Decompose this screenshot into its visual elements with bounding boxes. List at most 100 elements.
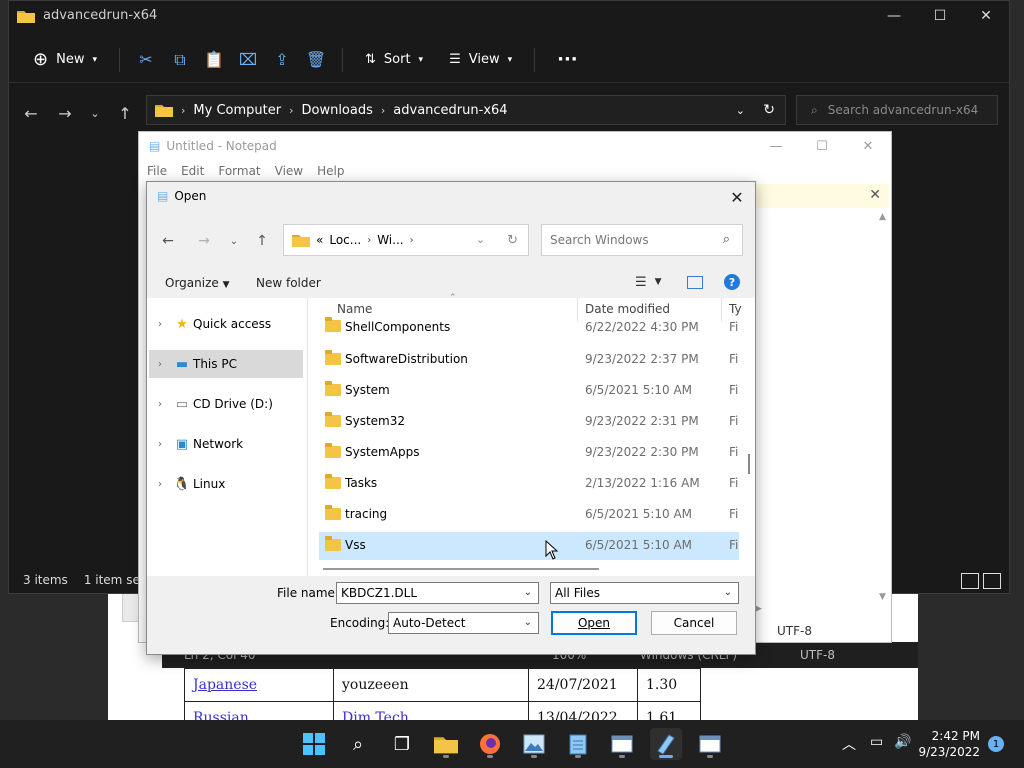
chevron-down-icon[interactable]: ⌄ [736, 104, 745, 117]
dialog-close-button[interactable]: ✕ [725, 186, 749, 208]
change-view-button[interactable]: ☰ ▼ [635, 275, 662, 290]
menu-view[interactable]: View [275, 164, 303, 178]
copy-icon[interactable]: ⧉ [166, 44, 194, 76]
banner-close-icon[interactable]: ✕ [869, 187, 881, 203]
chevron-down-icon[interactable]: ⌄ [524, 587, 532, 598]
view-button[interactable]: ☰ View ▾ [439, 44, 522, 76]
file-row[interactable]: tracing 6/5/2021 5:10 AM Fi [319, 501, 739, 529]
forward-arrow-icon[interactable]: → [51, 99, 79, 127]
notepad-taskbar-icon[interactable] [562, 728, 594, 760]
overflow-indicator[interactable]: « [316, 233, 323, 247]
system-clock[interactable]: 2:42 PM 9/23/2022 [918, 728, 980, 760]
image-viewer-icon[interactable] [518, 728, 550, 760]
file-explorer-taskbar-icon[interactable] [430, 728, 462, 760]
chevron-right-icon[interactable]: › [149, 359, 171, 370]
volume-icon[interactable]: 🔊 [894, 734, 911, 750]
app-window-icon-2[interactable] [694, 728, 726, 760]
file-row[interactable]: SoftwareDistribution 9/23/2022 2:37 PM F… [319, 346, 739, 374]
recent-locations-icon[interactable]: ⌄ [81, 99, 109, 127]
breadcrumb-windows[interactable]: Wi... [377, 233, 403, 247]
chevron-up-icon[interactable]: ︿ [842, 734, 856, 754]
new-button[interactable]: ⊕ New ▾ [23, 44, 107, 76]
organize-button[interactable]: Organize ▼ [165, 276, 230, 290]
maximize-button[interactable]: ☐ [917, 1, 963, 31]
nav-item-this-pc[interactable]: › ▬ This PC [149, 350, 303, 378]
share-icon[interactable]: ⇪ [268, 44, 296, 76]
up-arrow-icon[interactable]: ↑ [111, 99, 139, 127]
windows-start-icon[interactable] [298, 728, 330, 760]
forward-arrow-icon[interactable]: → [193, 230, 215, 252]
dialog-address-bar[interactable]: « Loc... › Wi... › ⌄ ↻ [283, 224, 529, 256]
minimize-button[interactable]: — [871, 1, 917, 31]
refresh-icon[interactable]: ↻ [763, 102, 775, 118]
file-type-filter-select[interactable]: All Files ⌄ [550, 582, 739, 604]
details-view-icon[interactable] [961, 573, 979, 589]
task-view-icon[interactable]: ❐ [386, 728, 418, 760]
scroll-up-icon[interactable]: ▲ [879, 212, 886, 222]
rename-icon[interactable]: ⌧ [234, 44, 262, 76]
recent-locations-icon[interactable]: ⌄ [223, 230, 245, 252]
file-list-horizontal-scrollbar[interactable] [323, 568, 599, 570]
new-folder-button[interactable]: New folder [256, 276, 321, 290]
open-button[interactable]: Open [551, 611, 637, 635]
help-icon[interactable]: ? [724, 274, 740, 290]
nav-item-linux[interactable]: › 🐧 Linux [149, 470, 303, 498]
chevron-down-icon[interactable]: ⌄ [476, 233, 485, 248]
chevron-right-icon[interactable]: › [149, 399, 171, 410]
display-icon[interactable]: ▭ [870, 734, 883, 750]
scrollbar-thumb[interactable] [748, 454, 750, 474]
menu-file[interactable]: File [147, 164, 167, 178]
chevron-right-icon[interactable]: › [149, 319, 171, 330]
table-link[interactable]: Japanese [193, 677, 257, 693]
back-arrow-icon[interactable]: ← [157, 230, 179, 252]
notepad-active-icon[interactable] [650, 728, 682, 760]
breadcrumb-downloads[interactable]: Downloads [301, 103, 372, 118]
app-window-icon[interactable] [606, 728, 638, 760]
nav-item-network[interactable]: › ▣ Network [149, 430, 303, 458]
cut-icon[interactable]: ✂ [132, 44, 160, 76]
encoding-select[interactable]: Auto-Detect ⌄ [388, 612, 539, 634]
preview-pane-icon[interactable] [687, 276, 703, 289]
notepad-close-button[interactable]: ✕ [845, 132, 891, 160]
chevron-down-icon[interactable]: ⌄ [724, 587, 732, 598]
notepad-vertical-scrollbar[interactable]: ▲ ▼ [877, 212, 889, 602]
nav-item-cd-drive[interactable]: › ▭ CD Drive (D:) [149, 390, 303, 418]
paste-icon[interactable]: 📋 [200, 44, 228, 76]
breadcrumb-local-disk[interactable]: Loc... [329, 233, 361, 247]
chevron-right-icon[interactable]: › [149, 439, 171, 450]
large-icons-view-icon[interactable] [983, 573, 1001, 589]
close-button[interactable]: ✕ [963, 1, 1009, 31]
search-icon[interactable]: ⌕ [342, 728, 374, 760]
nav-item-quick-access[interactable]: › ★ Quick access [149, 310, 303, 338]
menu-format[interactable]: Format [218, 164, 260, 178]
explorer-search-input[interactable]: ⌕ Search advancedrun-x64 [796, 95, 998, 125]
chevron-down-icon[interactable]: ⌄ [524, 617, 532, 628]
file-list-vertical-scrollbar[interactable] [745, 298, 753, 576]
file-row[interactable]: ShellComponents 6/22/2022 4:30 PM Fi [319, 316, 739, 338]
sort-button[interactable]: ⇅ Sort ▾ [355, 44, 433, 76]
file-row[interactable]: System32 9/23/2022 2:31 PM Fi [319, 408, 739, 436]
notepad-minimize-button[interactable]: — [753, 132, 799, 160]
chevron-right-icon[interactable]: › [149, 479, 171, 490]
scroll-down-icon[interactable]: ▼ [879, 592, 886, 602]
menu-help[interactable]: Help [317, 164, 344, 178]
file-row[interactable]: System 6/5/2021 5:10 AM Fi [319, 377, 739, 405]
file-row-hovered[interactable]: Vss 6/5/2021 5:10 AM Fi [319, 532, 739, 560]
breadcrumb-advancedrun[interactable]: advancedrun-x64 [393, 103, 507, 118]
delete-icon[interactable]: 🗑 [302, 44, 330, 76]
file-row[interactable]: SystemApps 9/23/2022 2:30 PM Fi [319, 439, 739, 467]
file-row[interactable]: Tasks 2/13/2022 1:16 AM Fi [319, 470, 739, 498]
firefox-icon[interactable] [474, 728, 506, 760]
scroll-right-icon[interactable]: ▶ [755, 604, 762, 614]
back-arrow-icon[interactable]: ← [17, 99, 45, 127]
notification-badge[interactable]: 1 [988, 736, 1004, 752]
cancel-button[interactable]: Cancel [651, 611, 737, 635]
more-options-button[interactable]: ··· [547, 44, 588, 76]
explorer-address-bar[interactable]: › My Computer › Downloads › advancedrun-… [146, 95, 786, 125]
breadcrumb-my-computer[interactable]: My Computer [193, 103, 281, 118]
up-arrow-icon[interactable]: ↑ [251, 230, 273, 252]
file-name-input[interactable]: KBDCZ1.DLL ⌄ [336, 582, 539, 604]
menu-edit[interactable]: Edit [181, 164, 204, 178]
dialog-search-input[interactable]: Search Windows ⌕ [541, 224, 743, 256]
refresh-icon[interactable]: ↻ [507, 233, 518, 248]
